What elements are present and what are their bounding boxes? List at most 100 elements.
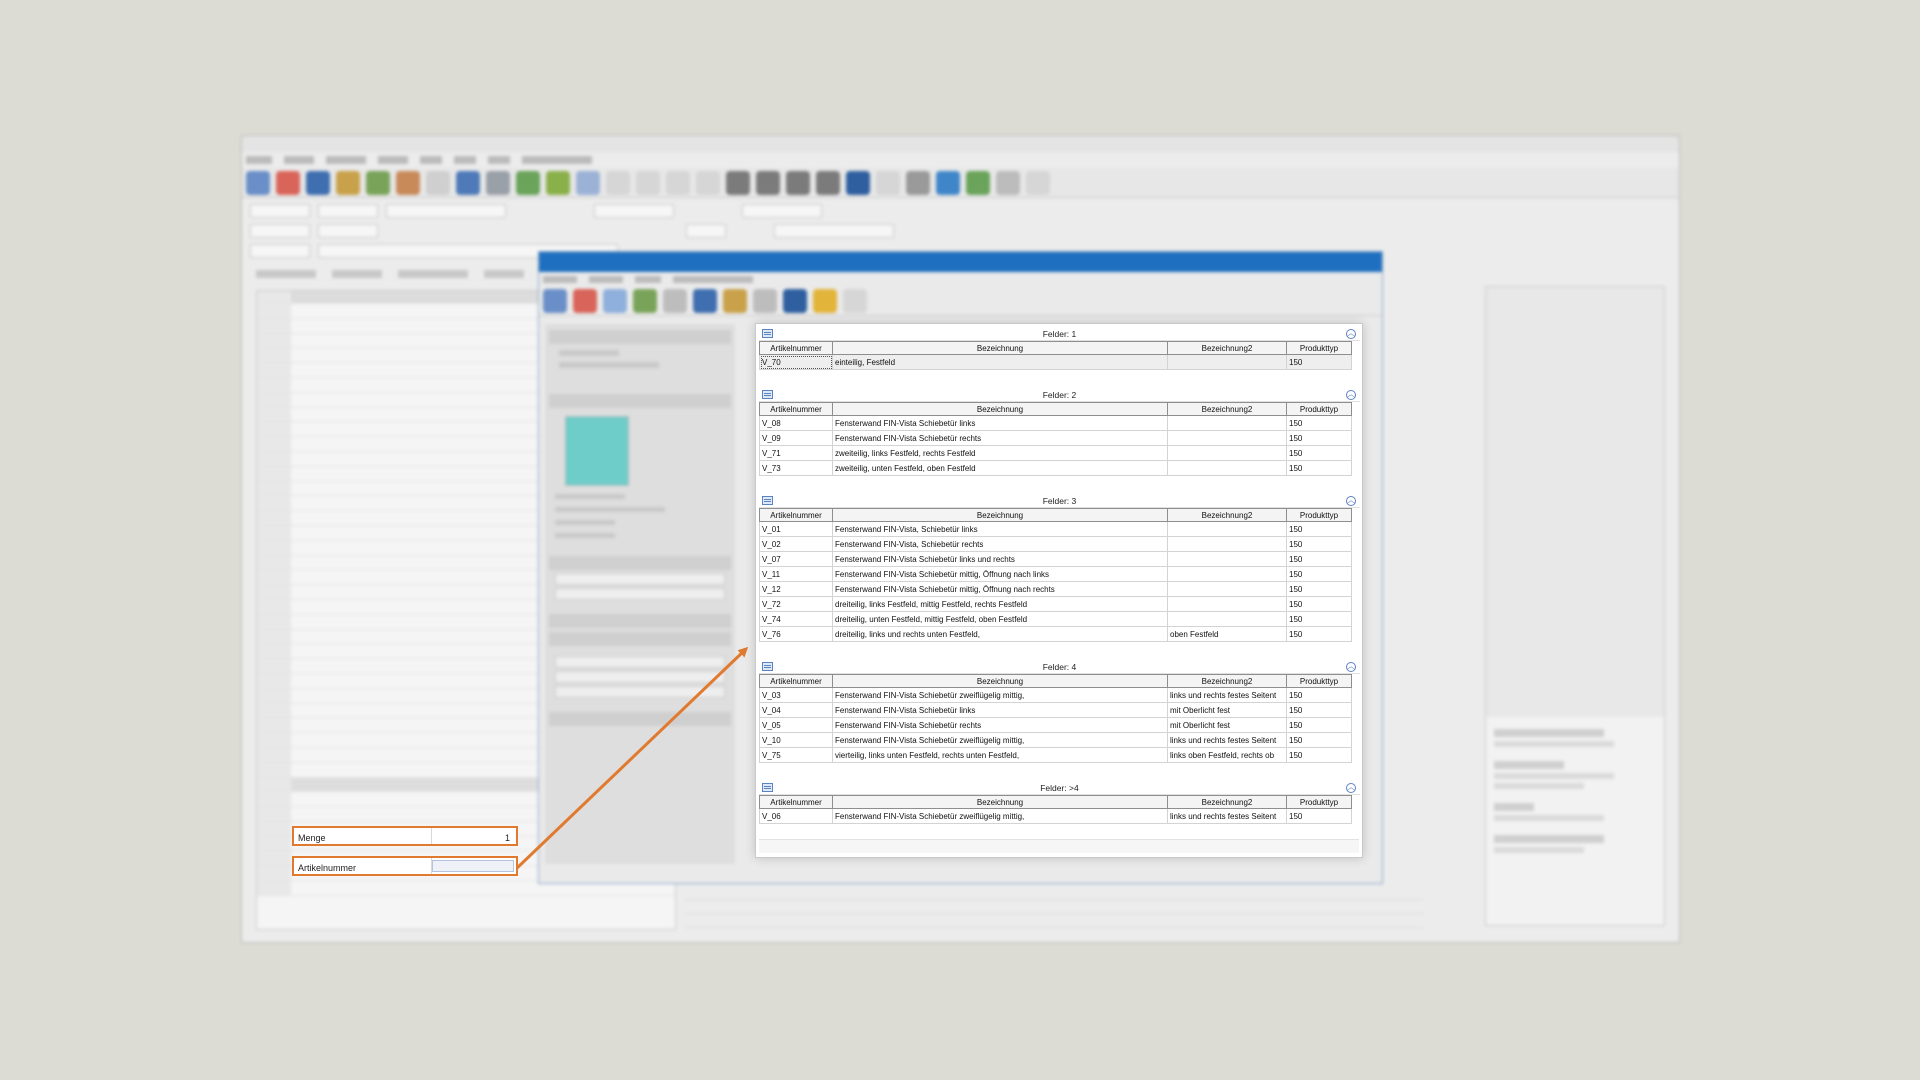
cell-produkttyp: 150 <box>1286 611 1352 627</box>
table-row[interactable]: V_74 dreiteilig, unten Festfeld, mittig F… <box>759 611 1352 627</box>
group-title: Felder: 1 <box>1042 329 1077 339</box>
group-header: Felder: 4 ︿ <box>759 660 1360 674</box>
cell-bezeichnung2: oben Festfeld <box>1167 626 1287 642</box>
cell-bezeichnung: Fensterwand FIN-Vista Schiebetür zweiflü… <box>832 687 1168 703</box>
group-header: Felder: 3 ︿ <box>759 494 1360 508</box>
column-header-artikelnummer[interactable]: Artikelnummer <box>759 341 833 355</box>
table-row[interactable]: V_07 Fensterwand FIN-Vista Schiebetür lin… <box>759 551 1352 567</box>
column-header-artikelnummer[interactable]: Artikelnummer <box>759 402 833 416</box>
cell-artikelnummer: V_70 <box>759 354 833 370</box>
column-header-produkttyp[interactable]: Produkttyp <box>1286 508 1352 522</box>
column-header-bezeichnung2[interactable]: Bezeichnung2 <box>1167 508 1287 522</box>
cell-artikelnummer: V_12 <box>759 581 833 597</box>
article-lookup-dropdown: Felder: 1 ︿ Artikelnummer Bezeichnung Be… <box>755 323 1363 858</box>
cell-bezeichnung2 <box>1167 415 1287 431</box>
artikelnummer-input[interactable] <box>432 860 514 872</box>
cell-produkttyp: 150 <box>1286 717 1352 733</box>
cell-artikelnummer: V_03 <box>759 687 833 703</box>
group-title: Felder: 2 <box>1042 390 1077 400</box>
column-header-produkttyp[interactable]: Produkttyp <box>1286 674 1352 688</box>
cell-bezeichnung: Fensterwand FIN-Vista Schiebetür links u… <box>832 551 1168 567</box>
group-table: Artikelnummer Bezeichnung Bezeichnung2 P… <box>759 341 1352 370</box>
cell-bezeichnung2: mit Oberlicht fest <box>1167 702 1287 718</box>
cell-bezeichnung: zweiteilig, links Festfeld, rechts Festf… <box>832 445 1168 461</box>
cell-artikelnummer: V_02 <box>759 536 833 552</box>
table-row[interactable]: V_12 Fensterwand FIN-Vista Schiebetür mit… <box>759 581 1352 597</box>
cell-bezeichnung2: links und rechts festes Seitent <box>1167 732 1287 748</box>
table-row[interactable]: V_71 zweiteilig, links Festfeld, rechts F… <box>759 445 1352 461</box>
column-header-bezeichnung2[interactable]: Bezeichnung2 <box>1167 402 1287 416</box>
column-header-bezeichnung[interactable]: Bezeichnung <box>832 508 1168 522</box>
cell-bezeichnung: dreiteilig, unten Festfeld, mittig Festf… <box>832 611 1168 627</box>
column-header-bezeichnung[interactable]: Bezeichnung <box>832 795 1168 809</box>
cell-bezeichnung: Fensterwand FIN-Vista Schiebetür rechts <box>832 717 1168 733</box>
app-toolbar <box>242 168 1679 198</box>
cell-artikelnummer: V_73 <box>759 460 833 476</box>
cell-artikelnummer: V_75 <box>759 747 833 763</box>
cell-produkttyp: 150 <box>1286 702 1352 718</box>
collapse-up-icon[interactable]: ︿ <box>1346 783 1356 793</box>
table-row[interactable]: V_02 Fensterwand FIN-Vista, Schiebetür re… <box>759 536 1352 552</box>
column-header-bezeichnung[interactable]: Bezeichnung <box>832 402 1168 416</box>
group-table: Artikelnummer Bezeichnung Bezeichnung2 P… <box>759 402 1352 476</box>
table-row[interactable]: V_75 vierteilig, links unten Festfeld, re… <box>759 747 1352 763</box>
column-header-artikelnummer[interactable]: Artikelnummer <box>759 674 833 688</box>
group-felder-3: Felder: 3 ︿ Artikelnummer Bezeichnung Be… <box>759 494 1360 642</box>
table-row[interactable]: V_70 einteilig, Festfeld 150 <box>759 354 1352 370</box>
cell-bezeichnung2 <box>1167 460 1287 476</box>
cell-artikelnummer: V_72 <box>759 596 833 612</box>
table-row[interactable]: V_11 Fensterwand FIN-Vista Schiebetür mit… <box>759 566 1352 582</box>
cell-produkttyp: 150 <box>1286 566 1352 582</box>
menge-label: Menge <box>294 828 432 844</box>
collapse-up-icon[interactable]: ︿ <box>1346 390 1356 400</box>
table-row[interactable]: V_09 Fensterwand FIN-Vista Schiebetür rec… <box>759 430 1352 446</box>
column-header-artikelnummer[interactable]: Artikelnummer <box>759 795 833 809</box>
column-header-artikelnummer[interactable]: Artikelnummer <box>759 508 833 522</box>
column-header-bezeichnung2[interactable]: Bezeichnung2 <box>1167 795 1287 809</box>
table-row[interactable]: V_08 Fensterwand FIN-Vista Schiebetür lin… <box>759 415 1352 431</box>
cell-produkttyp: 150 <box>1286 808 1352 824</box>
collapse-up-icon[interactable]: ︿ <box>1346 329 1356 339</box>
group-header: Felder: 1 ︿ <box>759 327 1360 341</box>
column-header-produkttyp[interactable]: Produkttyp <box>1286 341 1352 355</box>
cell-bezeichnung2 <box>1167 445 1287 461</box>
group-felder-1: Felder: 1 ︿ Artikelnummer Bezeichnung Be… <box>759 327 1360 370</box>
cell-bezeichnung: zweiteilig, unten Festfeld, oben Festfel… <box>832 460 1168 476</box>
group-felder-2: Felder: 2 ︿ Artikelnummer Bezeichnung Be… <box>759 388 1360 476</box>
collapse-up-icon[interactable]: ︿ <box>1346 496 1356 506</box>
group-header: Felder: 2 ︿ <box>759 388 1360 402</box>
group-felder-4: Felder: 4 ︿ Artikelnummer Bezeichnung Be… <box>759 660 1360 763</box>
cell-bezeichnung: vierteilig, links unten Festfeld, rechts… <box>832 747 1168 763</box>
cell-produkttyp: 150 <box>1286 415 1352 431</box>
table-row[interactable]: V_06 Fensterwand FIN-Vista Schiebetür zwe… <box>759 808 1352 824</box>
cell-bezeichnung: Fensterwand FIN-Vista, Schiebetür links <box>832 521 1168 537</box>
group-felder-more-than-4: Felder: >4 ︿ Artikelnummer Bezeichnung B… <box>759 781 1360 824</box>
table-row[interactable]: V_10 Fensterwand FIN-Vista Schiebetür zwe… <box>759 732 1352 748</box>
group-table: Artikelnummer Bezeichnung Bezeichnung2 P… <box>759 795 1352 824</box>
menge-value[interactable]: 1 <box>432 828 516 844</box>
table-row[interactable]: V_72 dreiteilig, links Festfeld, mittig F… <box>759 596 1352 612</box>
cell-produkttyp: 150 <box>1286 536 1352 552</box>
table-row[interactable]: V_05 Fensterwand FIN-Vista Schiebetür rec… <box>759 717 1352 733</box>
cell-bezeichnung: Fensterwand FIN-Vista Schiebetür zweiflü… <box>832 732 1168 748</box>
column-header-bezeichnung2[interactable]: Bezeichnung2 <box>1167 341 1287 355</box>
cell-produkttyp: 150 <box>1286 551 1352 567</box>
column-header-produkttyp[interactable]: Produkttyp <box>1286 402 1352 416</box>
cell-produkttyp: 150 <box>1286 687 1352 703</box>
table-row[interactable]: V_04 Fensterwand FIN-Vista Schiebetür lin… <box>759 702 1352 718</box>
cell-artikelnummer: V_04 <box>759 702 833 718</box>
column-header-produkttyp[interactable]: Produkttyp <box>1286 795 1352 809</box>
cell-artikelnummer: V_06 <box>759 808 833 824</box>
collapse-up-icon[interactable]: ︿ <box>1346 662 1356 672</box>
table-row[interactable]: V_01 Fensterwand FIN-Vista, Schiebetür li… <box>759 521 1352 537</box>
column-header-bezeichnung[interactable]: Bezeichnung <box>832 341 1168 355</box>
column-header-bezeichnung2[interactable]: Bezeichnung2 <box>1167 674 1287 688</box>
table-row[interactable]: V_76 dreiteilig, links und rechts unten F… <box>759 626 1352 642</box>
cell-bezeichnung2 <box>1167 581 1287 597</box>
cell-bezeichnung2 <box>1167 521 1287 537</box>
table-row[interactable]: V_03 Fensterwand FIN-Vista Schiebetür zwe… <box>759 687 1352 703</box>
column-header-bezeichnung[interactable]: Bezeichnung <box>832 674 1168 688</box>
table-row[interactable]: V_73 zweiteilig, unten Festfeld, oben Fes… <box>759 460 1352 476</box>
cell-produkttyp: 150 <box>1286 354 1352 370</box>
cell-bezeichnung: Fensterwand FIN-Vista Schiebetür rechts <box>832 430 1168 446</box>
